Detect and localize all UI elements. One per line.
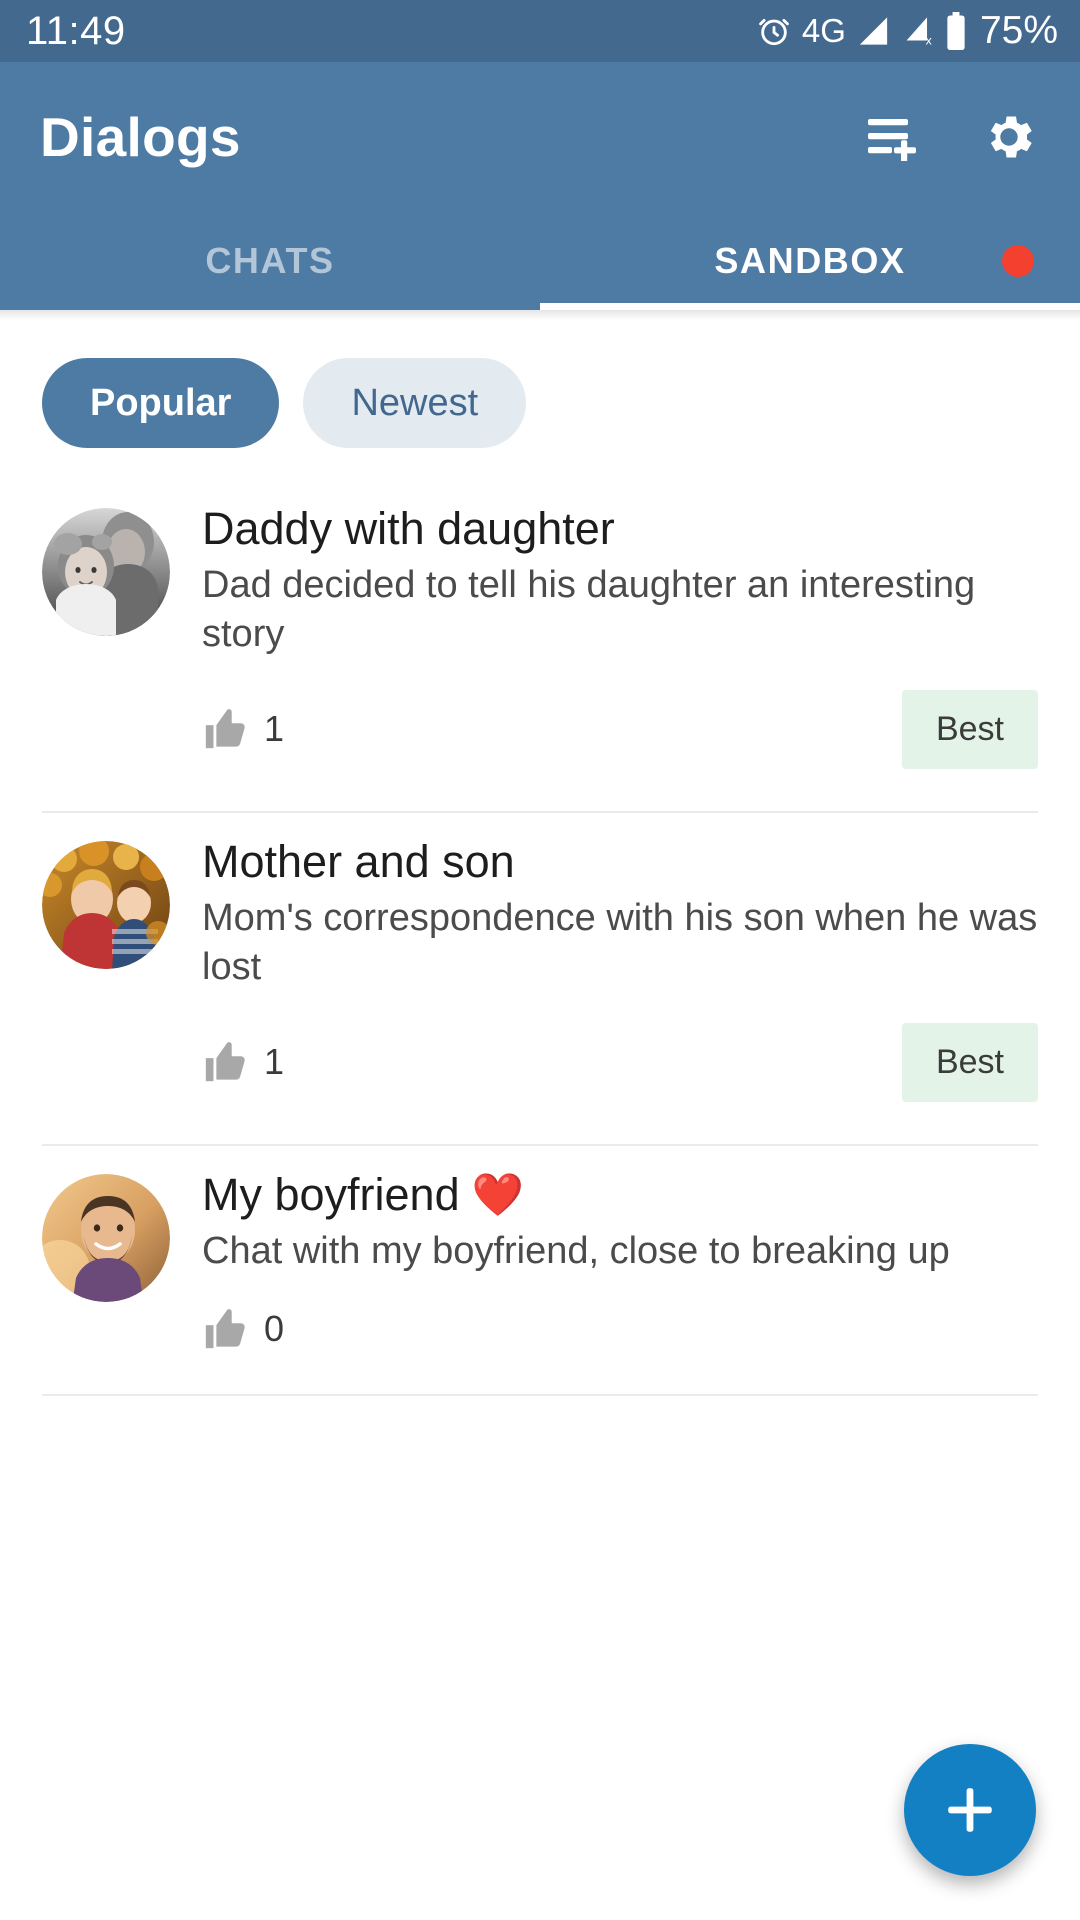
like-group[interactable]: 1 <box>202 706 284 752</box>
app-bar: Dialogs CHATS SANDBOX <box>0 62 1080 310</box>
list-item-footer: 1 Best <box>202 689 1038 795</box>
like-group[interactable]: 1 <box>202 1039 284 1085</box>
list-item-footer: 1 Best <box>202 1022 1038 1128</box>
filter-chip-newest[interactable]: Newest <box>303 358 527 448</box>
thumb-up-icon <box>202 1306 248 1352</box>
avatar <box>42 840 170 969</box>
battery-percent-label: 75% <box>979 9 1058 52</box>
list-item-title: Daddy with daughter <box>202 503 615 554</box>
list-item-title: Mother and son <box>202 835 515 887</box>
status-badge: Best <box>901 689 1038 769</box>
tab-chats-label: CHATS <box>205 240 335 281</box>
thumb-up-icon <box>202 706 248 752</box>
list-item-body: Mother and son Mom's correspondence with… <box>202 835 1038 1146</box>
like-count: 0 <box>264 1308 285 1350</box>
dialog-list: Daddy with daughter Dad decided to tell … <box>0 480 1080 1397</box>
like-group[interactable]: 0 <box>202 1306 284 1352</box>
tab-bar: CHATS SANDBOX <box>0 212 1080 310</box>
page-title: Dialogs <box>40 106 241 168</box>
filter-chip-popular[interactable]: Popular <box>42 358 280 448</box>
tab-chats[interactable]: CHATS <box>0 212 540 310</box>
alarm-icon <box>757 14 791 48</box>
network-type-label: 4G <box>801 12 846 49</box>
like-count: 1 <box>264 1041 285 1083</box>
signal-no-service-icon: x <box>901 16 934 46</box>
list-divider <box>42 1394 1038 1397</box>
status-badge: Best <box>901 1022 1038 1102</box>
list-item-body: My boyfriend ❤️ Chat with my boyfriend, … <box>202 1168 1038 1396</box>
thumb-up-icon <box>202 1039 248 1085</box>
list-item-subtitle: Dad decided to tell his daughter an inte… <box>202 564 976 656</box>
add-dialog-fab[interactable] <box>904 1744 1036 1876</box>
list-item[interactable]: Mother and son Mom's correspondence with… <box>0 813 1080 1146</box>
list-item-body: Daddy with daughter Dad decided to tell … <box>202 502 1038 813</box>
app-bar-top-row: Dialogs <box>0 62 1080 212</box>
plus-icon <box>941 1781 999 1839</box>
battery-icon <box>945 12 967 50</box>
new-dialog-button[interactable] <box>868 113 924 161</box>
status-indicators: 4G x 75% <box>757 9 1058 53</box>
filter-chip-newest-label: Newest <box>351 381 479 424</box>
list-item-subtitle: Chat with my boyfriend, close to breakin… <box>202 1229 950 1272</box>
tab-active-indicator <box>540 303 1080 310</box>
list-item[interactable]: Daddy with daughter Dad decided to tell … <box>0 480 1080 813</box>
filter-chip-popular-label: Popular <box>90 381 232 424</box>
list-item-title-row: My boyfriend ❤️ <box>202 1168 1038 1221</box>
list-item-title: My boyfriend <box>202 1168 460 1220</box>
status-time: 11:49 <box>26 8 126 53</box>
like-count: 1 <box>264 708 285 750</box>
list-item-subtitle: Mom's correspondence with his son when h… <box>202 896 1038 989</box>
svg-text:x: x <box>926 34 932 46</box>
avatar <box>42 1173 170 1302</box>
signal-icon <box>857 16 890 46</box>
list-item-footer: 0 <box>202 1306 1038 1378</box>
playlist-add-icon <box>868 113 924 161</box>
avatar <box>42 508 170 636</box>
app-bar-actions <box>868 108 1038 166</box>
list-item[interactable]: My boyfriend ❤️ Chat with my boyfriend, … <box>0 1146 1080 1397</box>
settings-button[interactable] <box>980 108 1038 166</box>
filter-chip-group: Popular Newest <box>0 310 1080 448</box>
content-area: Popular Newest Daddy with daughter Dad d… <box>0 310 1080 1920</box>
gear-icon <box>980 108 1038 166</box>
list-item-title-row: Mother and son <box>202 835 1038 888</box>
heart-icon: ❤️ <box>471 1170 524 1218</box>
tab-sandbox-label: SANDBOX <box>714 240 906 281</box>
tab-sandbox[interactable]: SANDBOX <box>540 212 1080 310</box>
status-bar: 11:49 4G x 75% <box>0 0 1080 62</box>
tab-sandbox-badge-dot <box>1002 245 1034 277</box>
list-item-title-row: Daddy with daughter <box>202 502 1038 555</box>
